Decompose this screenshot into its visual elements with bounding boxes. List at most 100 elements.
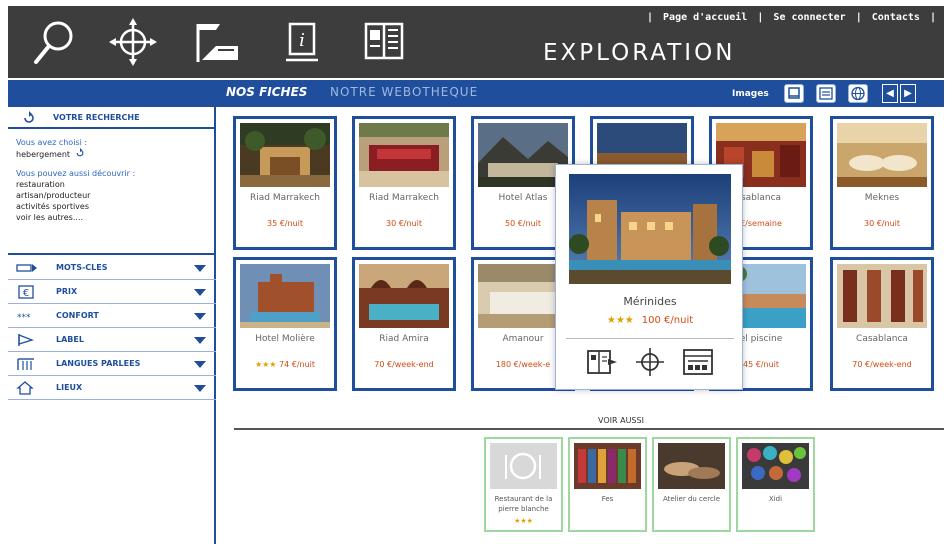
preview-popup[interactable]: Mérinides ★★★ 100 €/nuit <box>555 164 743 390</box>
flag-icon <box>18 334 34 346</box>
facet-langues[interactable]: LANGUES PARLEES <box>8 352 216 376</box>
facet-confort[interactable]: *** CONFORT <box>8 304 216 328</box>
see-also-name: Fes <box>601 495 614 503</box>
popup-photo <box>569 174 731 284</box>
see-also-name: Atelier du cercle <box>662 495 721 503</box>
see-also-stars: ★★★ <box>514 517 533 525</box>
tab-strip: NOS FICHES NOTRE WEBOTHEQUE Images ◀ ▶ <box>8 80 944 107</box>
stars-icon: *** <box>17 313 31 323</box>
result-name: Hotel Molière <box>255 334 315 344</box>
see-also-name: Xidi <box>768 495 783 503</box>
result-card[interactable]: Hotel Molière ★★★ 74 €/nuit <box>233 257 337 391</box>
discover-label: Vous pouvez aussi découvrir : <box>16 169 136 178</box>
chevron-down-icon[interactable] <box>194 289 206 296</box>
facet-prix[interactable]: € PRIX <box>8 280 216 304</box>
facet-label: LABEL <box>56 335 84 344</box>
crosshair-icon[interactable] <box>106 16 160 68</box>
view-label: Images <box>732 89 769 99</box>
result-price-value: 74 €/nuit <box>279 360 316 369</box>
tab-webotheque[interactable]: NOTRE WEBOTHEQUE <box>330 85 478 99</box>
result-card[interactable]: Casablanca 70 €/week-end <box>830 257 934 391</box>
search-title: VOTRE RECHERCHE <box>53 113 140 122</box>
chevron-down-icon[interactable] <box>194 361 206 368</box>
brand-title: EXPLORATION <box>543 40 736 66</box>
result-card[interactable]: Riad Marrakech 30 €/nuit <box>352 116 456 250</box>
see-also-photo <box>658 443 725 489</box>
link-accueil[interactable]: Page d'accueil <box>661 12 749 23</box>
result-card[interactable]: Riad Amira 70 €/week-end <box>352 257 456 391</box>
popup-price-row: ★★★ 100 €/nuit <box>556 315 744 326</box>
facet-lieux[interactable]: LIEUX <box>8 376 216 400</box>
details-icon[interactable] <box>680 345 716 379</box>
popup-stars: ★★★ <box>606 315 634 326</box>
see-also-divider <box>234 428 944 430</box>
chosen-value-row: hebergement <box>16 148 208 160</box>
see-also-photo <box>490 443 557 489</box>
facet-label: CONFORT <box>56 311 99 320</box>
search-icon[interactable] <box>28 16 82 68</box>
tab-nos-fiches[interactable]: NOS FICHES <box>226 85 307 99</box>
facet-label: PRIX <box>56 287 78 296</box>
svg-text:i: i <box>299 30 305 51</box>
list-view-icon[interactable] <box>816 84 836 103</box>
chevron-down-icon[interactable] <box>194 337 206 344</box>
sidebar: VOTRE RECHERCHE Vous avez choisi : heber… <box>8 107 216 544</box>
see-also-card[interactable]: Restaurant de la pierre blanche ★★★ <box>484 437 563 532</box>
discover-item[interactable]: artisan/producteur <box>16 190 208 201</box>
link-connecter[interactable]: Se connecter <box>771 12 847 23</box>
result-price-value: €/semaine <box>740 219 782 228</box>
book-icon[interactable] <box>358 16 412 68</box>
prev-page-button[interactable]: ◀ <box>882 84 898 103</box>
result-price-value: 35 €/nuit <box>266 219 303 228</box>
facet-label-filter[interactable]: LABEL <box>8 328 216 352</box>
result-name: Riad Marrakech <box>369 193 439 203</box>
chevron-down-icon[interactable] <box>194 265 206 272</box>
result-price-value: 50 €/nuit <box>504 219 541 228</box>
discover-item[interactable]: activités sportives <box>16 201 208 212</box>
result-price: 70 €/week-end <box>833 360 931 369</box>
header-links: | Page d'accueil | Se connecter | Contac… <box>646 12 936 23</box>
result-price-value: 70 €/week-end <box>374 360 434 369</box>
open-sheet-icon[interactable] <box>584 345 620 379</box>
facet-mots-cles[interactable]: MOTS-CLES <box>8 256 216 280</box>
result-card[interactable]: Meknes 30 €/nuit <box>830 116 934 250</box>
locate-icon[interactable] <box>632 345 668 379</box>
discover-item-more[interactable]: voir les autres.... <box>16 212 208 223</box>
facet-label: MOTS-CLES <box>56 263 108 272</box>
image-view-icon[interactable] <box>784 84 804 103</box>
result-photo <box>240 264 330 328</box>
result-card[interactable]: Riad Marrakech 35 €/nuit <box>233 116 337 250</box>
result-price-value: 45 €/nuit <box>742 360 779 369</box>
euro-icon: € <box>18 285 34 299</box>
see-also-card[interactable]: Fes <box>568 437 647 532</box>
next-page-button[interactable]: ▶ <box>900 84 916 103</box>
facet-label: LANGUES PARLEES <box>56 359 141 368</box>
reset-icon[interactable] <box>75 148 85 158</box>
see-also-card[interactable]: Atelier du cercle <box>652 437 731 532</box>
info-icon[interactable]: i <box>276 16 330 68</box>
result-price-value: 70 €/week-end <box>852 360 912 369</box>
popup-price: 100 €/nuit <box>641 315 694 326</box>
route-icon[interactable] <box>190 16 244 68</box>
result-price-value: 30 €/nuit <box>863 219 900 228</box>
result-photo <box>240 123 330 187</box>
chosen-label: Vous avez choisi : <box>16 138 88 147</box>
result-price-value: 180 €/week-e <box>495 360 551 369</box>
chevron-down-icon[interactable] <box>194 385 206 392</box>
globe-view-icon[interactable] <box>848 84 868 103</box>
facet-label: LIEUX <box>56 383 83 392</box>
search-header: VOTRE RECHERCHE <box>8 109 216 129</box>
discover-item[interactable]: restauration <box>16 179 208 190</box>
refresh-icon[interactable] <box>22 111 36 125</box>
link-contacts[interactable]: Contacts <box>870 12 922 23</box>
result-photo <box>359 264 449 328</box>
see-also-title: VOIR AUSSI <box>598 416 644 425</box>
svg-text:€: € <box>23 288 29 299</box>
see-also-card[interactable]: Xidi <box>736 437 815 532</box>
popup-divider <box>566 338 734 339</box>
result-price: 30 €/nuit <box>355 219 453 228</box>
chevron-down-icon[interactable] <box>194 313 206 320</box>
see-also-photo <box>742 443 809 489</box>
search-summary: Vous avez choisi : hebergement Vous pouv… <box>8 131 216 255</box>
languages-icon <box>17 358 34 370</box>
